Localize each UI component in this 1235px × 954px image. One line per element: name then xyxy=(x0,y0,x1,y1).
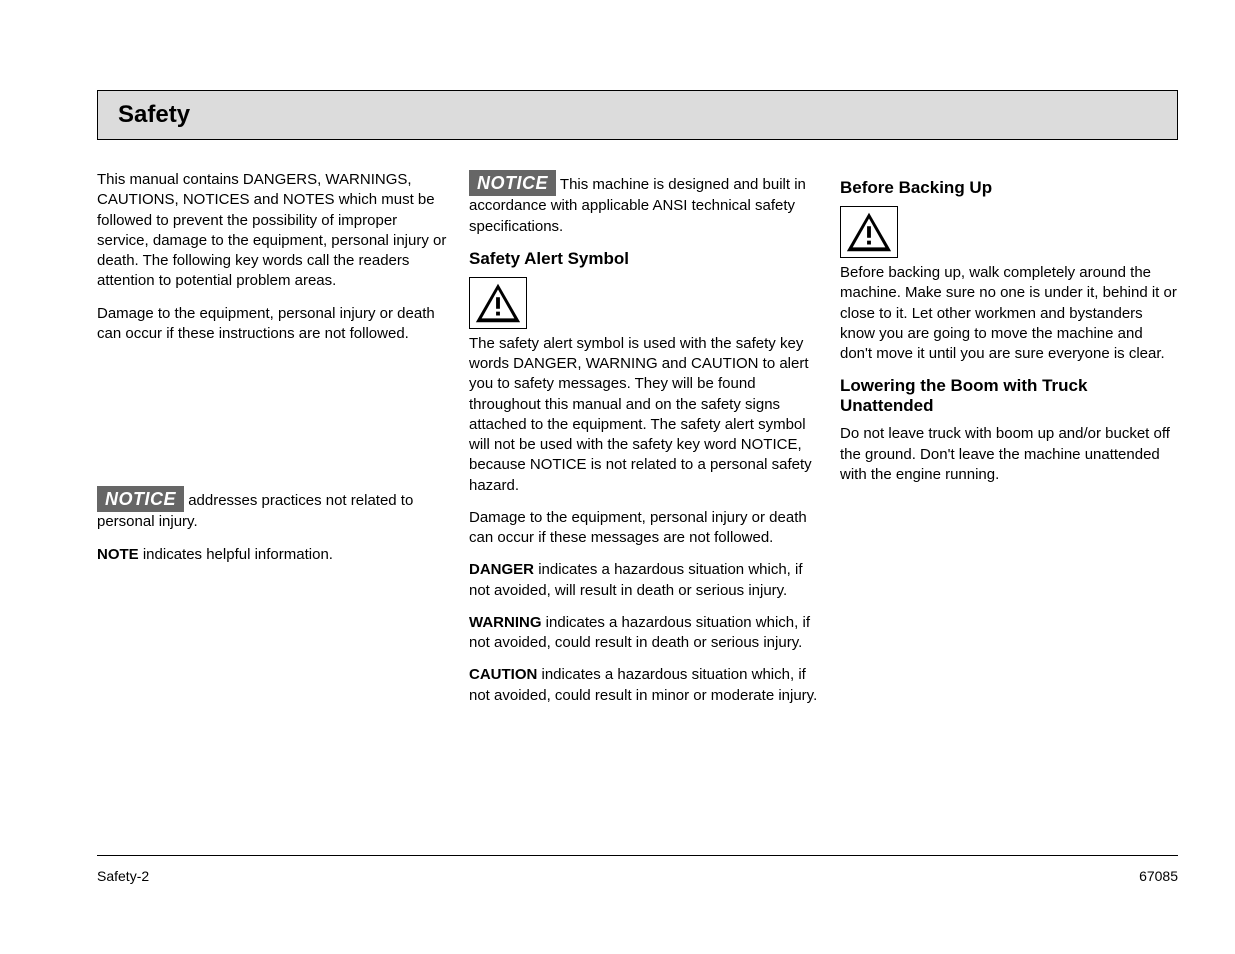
footer-doc-number: 67085 xyxy=(1139,868,1178,884)
warning-paragraph: Damage to the equipment, personal injury… xyxy=(97,304,452,345)
caution-definition: CAUTION indicates a hazardous situation … xyxy=(469,665,824,706)
backing-up-text: Before backing up, walk completely aroun… xyxy=(840,263,1178,364)
danger-definition: DANGER indicates a hazardous situation w… xyxy=(469,560,824,601)
ansi-notice: NOTICE This machine is designed and buil… xyxy=(469,170,824,237)
caution-label: CAUTION xyxy=(469,666,537,683)
intro-paragraph: This manual contains DANGERS, WARNINGS, … xyxy=(97,170,452,292)
warning-label: WARNING xyxy=(469,614,542,631)
backing-up-heading: Before Backing Up xyxy=(840,178,1178,198)
footer-rule xyxy=(97,855,1178,856)
note-definition: NOTE indicates helpful information. xyxy=(97,545,452,565)
safety-header: Safety xyxy=(97,90,1178,140)
notice-badge: NOTICE xyxy=(97,486,184,512)
unattended-heading: Lowering the Boom with Truck Unattended xyxy=(840,376,1178,416)
page-title: Safety xyxy=(118,101,190,129)
note-label: NOTE xyxy=(97,546,139,563)
warning-triangle-icon xyxy=(840,206,898,258)
warning-definition: WARNING indicates a hazardous situation … xyxy=(469,613,824,654)
alert-explanation-1: The safety alert symbol is used with the… xyxy=(469,334,824,496)
note-text: indicates helpful information. xyxy=(143,546,333,563)
safety-alert-heading: Safety Alert Symbol xyxy=(469,249,824,269)
alert-explanation-2: Damage to the equipment, personal injury… xyxy=(469,508,824,549)
warning-triangle-icon xyxy=(469,277,527,329)
left-column: This manual contains DANGERS, WARNINGS, … xyxy=(97,170,452,577)
notice-definition: NOTICE addresses practices not related t… xyxy=(97,486,452,533)
danger-label: DANGER xyxy=(469,561,534,578)
footer-page-label: Safety-2 xyxy=(97,868,149,884)
middle-column: NOTICE This machine is designed and buil… xyxy=(469,170,824,718)
notice-badge: NOTICE xyxy=(469,170,556,196)
right-column: Before Backing Up Before backing up, wal… xyxy=(840,170,1178,497)
unattended-text: Do not leave truck with boom up and/or b… xyxy=(840,424,1178,485)
